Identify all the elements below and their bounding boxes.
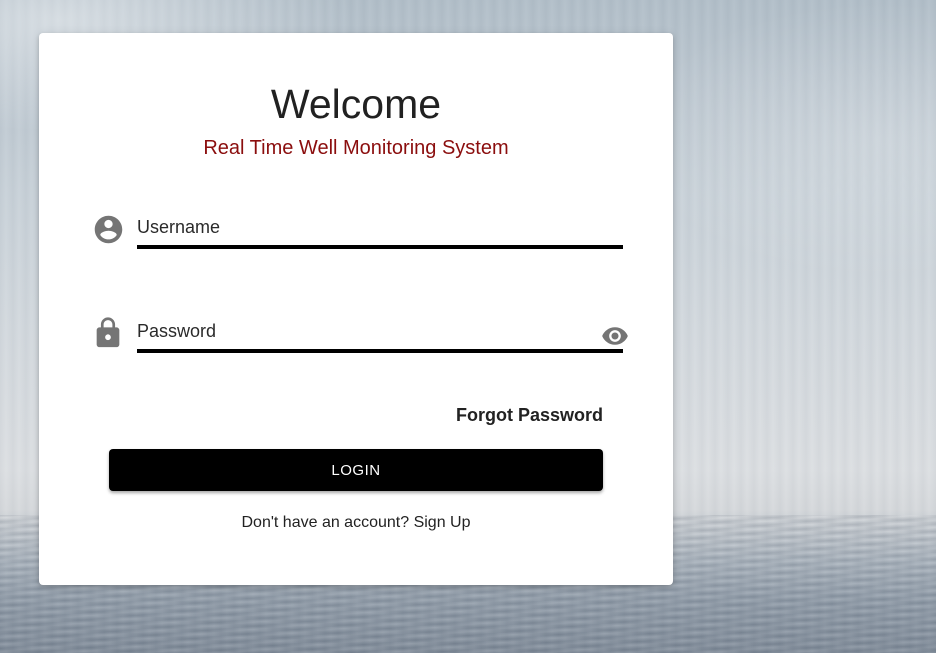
account-circle-icon: [92, 213, 125, 251]
password-field: [137, 319, 623, 353]
signup-prompt-text: Don't have an account?: [241, 514, 410, 531]
username-field: [137, 215, 623, 249]
lock-icon: [91, 316, 125, 355]
login-card: Welcome Real Time Well Monitoring System…: [39, 33, 673, 585]
login-button[interactable]: LOGIN: [109, 449, 603, 491]
forgot-password-link[interactable]: Forgot Password: [456, 405, 603, 426]
eye-icon[interactable]: [601, 322, 629, 355]
page-title: Welcome: [270, 81, 442, 127]
signup-prompt: Don't have an account? Sign Up: [39, 514, 673, 532]
username-input[interactable]: [137, 215, 623, 249]
password-input[interactable]: [137, 319, 623, 353]
signup-link[interactable]: Sign Up: [414, 514, 471, 531]
app-subtitle: Real Time Well Monitoring System: [203, 137, 509, 159]
